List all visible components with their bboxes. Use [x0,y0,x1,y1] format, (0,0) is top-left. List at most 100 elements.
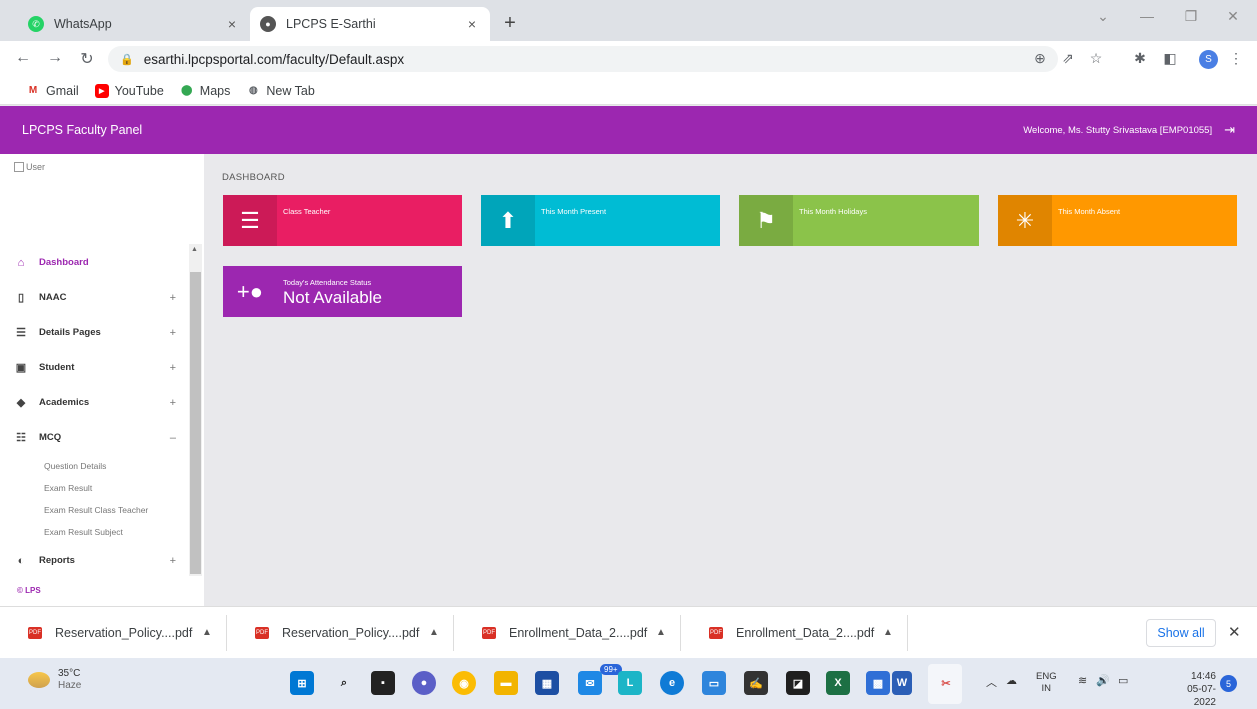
extensions-icon[interactable]: ✱ [1130,50,1150,67]
tab-whatsapp[interactable]: ✆ WhatsApp × [18,7,250,41]
volume-icon[interactable]: 🔊 [1096,674,1110,687]
battery-icon[interactable]: ▭ [1118,674,1128,687]
logout-icon[interactable]: ⇥ [1224,122,1235,138]
sidebar-item-dashboard[interactable]: ⌂ Dashboard [0,245,188,280]
card-label: This Month Absent [1058,207,1121,216]
chat-icon[interactable]: ● [412,671,436,695]
expand-icon[interactable]: + [170,292,176,304]
download-item[interactable]: PDF Reservation_Policy....pdf ▲ [0,614,227,651]
search-icon[interactable]: ⌕ [332,671,356,695]
broken-image-icon [14,162,24,172]
card-month-holidays[interactable]: ⚑ This Month Holidays [739,195,979,246]
monitor-icon[interactable]: ▭ [702,671,726,695]
sidebar-item-reports[interactable]: ◐ Reports + [0,543,188,578]
card-class-teacher[interactable]: ☰ Class Teacher [223,195,462,246]
signature-app-icon[interactable]: ✍ [744,671,768,695]
wifi-icon[interactable]: ≋ [1078,674,1087,687]
task-view-icon[interactable]: ▪ [371,671,395,695]
chevron-up-icon[interactable]: ▲ [429,627,453,638]
card-month-present[interactable]: ⬆ This Month Present [481,195,720,246]
downloads-bar: PDF Reservation_Policy....pdf ▲ PDF Rese… [0,606,1257,658]
mail-icon[interactable]: ✉ [578,671,602,695]
chevron-up-icon[interactable]: ▲ [202,627,226,638]
notification-count[interactable]: 5 [1220,675,1237,692]
minimize-icon[interactable]: — [1132,8,1162,24]
l-app-icon[interactable]: L [618,671,642,695]
sidebar-subitem-exam-result-subject[interactable]: Exam Result Subject [0,521,188,543]
sidebar-subitem-exam-result[interactable]: Exam Result [0,477,188,499]
sidebar-subitem-exam-result-class-teacher[interactable]: Exam Result Class Teacher [0,499,188,521]
tab-close-icon[interactable]: × [464,16,480,32]
onedrive-icon[interactable]: ☁ [1006,674,1017,687]
expand-icon[interactable]: + [170,555,176,567]
download-item[interactable]: PDF Reservation_Policy....pdf ▲ [227,614,454,651]
store-icon[interactable]: ▦ [535,671,559,695]
gmail-icon: M [28,85,38,96]
expand-icon[interactable]: + [170,327,176,339]
back-icon[interactable]: ← [12,49,34,67]
file-explorer-icon[interactable]: ▬ [494,671,518,695]
download-item[interactable]: PDF Enrollment_Data_2....pdf ▲ [454,614,681,651]
expand-icon[interactable]: + [170,397,176,409]
sidebar-item-student[interactable]: ▣ Student + [0,350,188,385]
photos-icon[interactable]: ▩ [866,671,890,695]
sidebar-item-naac[interactable]: ▯ NAAC + [0,280,188,315]
card-month-absent[interactable]: ✳ This Month Absent [998,195,1237,246]
card-label: This Month Holidays [799,207,867,216]
snipping-tool-icon[interactable]: ✂ [934,671,958,695]
bookmark-new-tab[interactable]: ◍ New Tab [246,84,315,98]
tab-title: LPCPS E-Sarthi [286,17,376,31]
chrome-icon[interactable]: ◉ [452,671,476,695]
tab-lpcps[interactable]: ● LPCPS E-Sarthi × [250,7,490,41]
tab-close-icon[interactable]: × [224,16,240,32]
download-item[interactable]: PDF Enrollment_Data_2....pdf ▲ [681,614,908,651]
lock-icon[interactable]: 🔒 [120,53,134,66]
bookmark-maps[interactable]: ⬤ Maps [180,84,230,98]
breadcrumb: DASHBOARD [222,172,285,183]
card-today-attendance[interactable]: +● Today's Attendance Status Not Availab… [223,266,462,317]
sidebar-item-mcq[interactable]: ☷ MCQ – [0,420,188,455]
scrollbar-thumb[interactable] [190,272,201,574]
zoom-icon[interactable]: ⊕ [1030,50,1050,67]
url-bar[interactable]: 🔒 esarthi.lpcpsportal.com/faculty/Defaul… [108,46,1058,72]
close-downloads-icon[interactable]: ✕ [1228,623,1241,641]
start-icon[interactable]: ⊞ [290,671,314,695]
share-icon[interactable]: ⇗ [1058,50,1078,67]
expand-icon[interactable]: + [170,362,176,374]
menu-kebab-icon[interactable]: ⋮ [1226,50,1246,67]
chevron-up-icon[interactable]: ▲ [656,627,680,638]
sticky-notes-icon[interactable]: ◪ [786,671,810,695]
present-icon: ⬆ [481,195,535,246]
sidebar-subitem-question-details[interactable]: Question Details [0,455,188,477]
chevron-up-icon[interactable]: ▲ [883,627,907,638]
restore-icon[interactable]: ❐ [1176,8,1206,25]
weather-widget[interactable]: 35°C Haze [28,668,81,692]
weather-condition: Haze [58,680,82,691]
taskbar: 35°C Haze ⊞ ⌕ ▪ ● ◉ ▬ ▦ ✉ 99+ L e ▭ ✍ ◪ … [0,658,1257,709]
sidebar-item-academics[interactable]: ◆ Academics + [0,385,188,420]
language-indicator[interactable]: ENG IN [1036,671,1057,695]
bookmark-gmail[interactable]: M Gmail [26,84,79,98]
scroll-up-icon[interactable]: ▲ [191,246,198,253]
sidebar-item-details-pages[interactable]: ☰ Details Pages + [0,315,188,350]
profile-avatar[interactable]: S [1199,50,1218,69]
bookmark-label: Gmail [46,83,79,98]
chevron-up-icon[interactable]: ︿ [986,674,997,690]
side-panel-icon[interactable]: ◧ [1160,50,1180,67]
forward-icon[interactable]: → [44,49,66,67]
word-icon[interactable]: W [892,671,912,695]
collapse-icon[interactable]: – [170,432,176,444]
new-tab-button[interactable]: + [498,12,522,35]
chevron-down-icon[interactable]: ⌄ [1088,8,1118,25]
sidebar-item-label: NAAC [39,292,67,303]
bookmark-star-icon[interactable]: ☆ [1086,50,1106,67]
home-icon: ⌂ [17,256,25,269]
edge-icon[interactable]: e [660,671,684,695]
maps-icon: ⬤ [181,85,193,96]
reload-icon[interactable]: ↻ [76,49,98,69]
excel-icon[interactable]: X [826,671,850,695]
show-all-button[interactable]: Show all [1146,619,1216,647]
clock[interactable]: 14:46 05-07-2022 [1168,670,1216,709]
close-window-icon[interactable]: ✕ [1218,8,1248,25]
bookmark-youtube[interactable]: ▶ YouTube [94,83,164,98]
